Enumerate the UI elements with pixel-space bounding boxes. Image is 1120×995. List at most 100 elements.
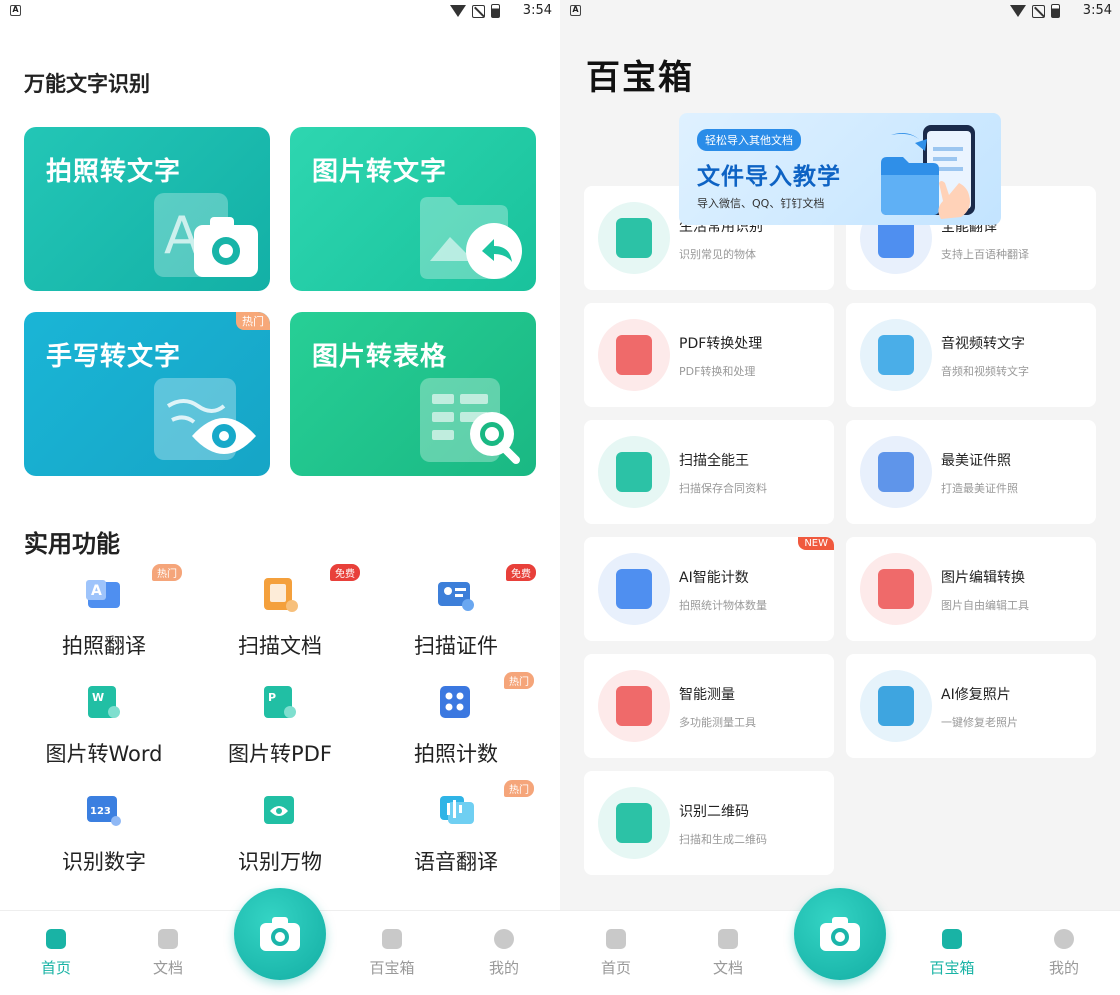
- ai-photo-repair-icon-glyph: [878, 686, 914, 726]
- tool-card-av-to-text[interactable]: 音视频转文字 音频和视频转文字: [846, 303, 1096, 407]
- id-photo-icon: [860, 436, 932, 508]
- tool-card-ai-photo-repair[interactable]: AI修复照片 一键修复老照片: [846, 654, 1096, 758]
- recognize-number-item[interactable]: 123 识别数字: [24, 794, 184, 876]
- scanner-icon: [598, 436, 670, 508]
- tool-name: PDF转换处理: [679, 336, 763, 352]
- toolbox-icon: [382, 929, 402, 949]
- image-to-word-item[interactable]: W 图片转Word: [24, 686, 184, 768]
- tool-description: 多功能测量工具: [679, 716, 756, 729]
- pdf-convert-icon: [598, 319, 670, 391]
- handwriting-to-text-card[interactable]: 手写转文字 热门: [24, 312, 270, 476]
- home-screen: A 3:54 万能文字识别 拍照转文字 A 图片转文字 手写转文字 热门 图片转…: [0, 0, 560, 995]
- nav-label: 百宝箱: [369, 959, 415, 977]
- nav-label: 百宝箱: [929, 959, 975, 977]
- utility-label: 图片转Word: [45, 742, 163, 766]
- document-icon: [158, 929, 178, 949]
- nav-profile[interactable]: 我的: [469, 929, 539, 978]
- card-label: 图片转表格: [312, 342, 448, 372]
- tool-description: 识别常见的物体: [679, 248, 756, 261]
- photo-count-item[interactable]: 拍照计数 热门: [376, 672, 536, 768]
- nav-home[interactable]: 首页: [21, 929, 91, 978]
- image-to-table-card[interactable]: 图片转表格: [290, 312, 536, 476]
- notification-icon: A: [10, 5, 21, 16]
- tool-description: 音频和视频转文字: [941, 365, 1029, 378]
- pdf-file-icon: P: [264, 686, 296, 718]
- svg-text:P: P: [268, 691, 276, 704]
- status-time: 3:54: [522, 3, 552, 18]
- voice-translate-icon: [440, 796, 474, 824]
- utility-label: 识别万物: [238, 850, 322, 874]
- qr-code-icon-glyph: [616, 803, 652, 843]
- object-scan-icon: [264, 796, 294, 824]
- new-tag: NEW: [798, 537, 834, 550]
- id-photo-icon-glyph: [878, 452, 914, 492]
- tool-description: PDF转换和处理: [679, 365, 756, 378]
- tool-card-scanner[interactable]: 扫描全能王扫描保存合同资料: [584, 420, 834, 524]
- tool-card-qr-code[interactable]: 识别二维码 扫描和生成二维码: [584, 771, 834, 875]
- camera-button[interactable]: [234, 888, 326, 980]
- wifi-icon: [1010, 5, 1026, 17]
- free-tag: 免费: [506, 564, 536, 581]
- import-tutorial-banner[interactable]: 轻松导入其他文档 文件导入教学 导入微信、QQ、钉钉文档: [679, 113, 1001, 225]
- tool-card-id-photo[interactable]: 最美证件照 打造最美证件照: [846, 420, 1096, 524]
- qr-code-icon: [598, 787, 670, 859]
- status-time: 3:54: [1082, 3, 1112, 18]
- hot-tag: 热门: [152, 564, 182, 581]
- wifi-icon: [450, 5, 466, 17]
- card-label: 图片转文字: [312, 157, 448, 187]
- nav-profile[interactable]: 我的: [1029, 929, 1099, 978]
- utility-label: 语音翻译: [414, 850, 498, 874]
- nav-label: 我的: [1048, 959, 1079, 977]
- battery-icon: [491, 4, 500, 18]
- tool-name: 智能测量: [679, 687, 735, 703]
- measure-icon: [598, 670, 670, 742]
- nav-toolbox[interactable]: 百宝箱: [917, 929, 987, 978]
- recognize-objects-item[interactable]: 识别万物: [200, 794, 360, 876]
- document-icon: [718, 929, 738, 949]
- ai-count-icon-glyph: [616, 569, 652, 609]
- scan-document-item[interactable]: 扫描文档 免费: [200, 564, 360, 660]
- tool-card-image-edit[interactable]: 图片编辑转换 图片自由编辑工具: [846, 537, 1096, 641]
- daily-recognize-icon: [598, 202, 670, 274]
- camera-icon: [820, 917, 860, 951]
- nav-label: 我的: [488, 959, 519, 977]
- nav-toolbox[interactable]: 百宝箱: [357, 929, 427, 978]
- pdf-convert-icon-glyph: [616, 335, 652, 375]
- tool-description: 支持上百语种翻译: [941, 248, 1029, 261]
- utility-label: 识别数字: [62, 850, 146, 874]
- tool-description: 拍照统计物体数量: [679, 599, 767, 612]
- tool-name: AI智能计数: [679, 570, 749, 586]
- tool-name: 最美证件照: [941, 453, 1011, 469]
- home-icon: [606, 929, 626, 949]
- home-icon: [46, 929, 66, 949]
- tool-description: 扫描保存合同资料: [679, 482, 767, 495]
- nav-documents[interactable]: 文档: [693, 929, 763, 978]
- av-to-text-icon: [860, 319, 932, 391]
- ai-count-icon: [598, 553, 670, 625]
- nav-home[interactable]: 首页: [581, 929, 651, 978]
- photo-to-text-card[interactable]: 拍照转文字 A: [24, 127, 270, 291]
- camera-button[interactable]: [794, 888, 886, 980]
- image-to-pdf-item[interactable]: P 图片转PDF: [200, 686, 360, 768]
- nav-documents[interactable]: 文档: [133, 929, 203, 978]
- svg-text:A: A: [91, 583, 102, 599]
- battery-icon: [1051, 4, 1060, 18]
- nav-label: 文档: [152, 959, 183, 977]
- tool-name: 图片编辑转换: [941, 570, 1025, 586]
- tool-card-measure[interactable]: 智能测量多功能测量工具: [584, 654, 834, 758]
- photo-translate-item[interactable]: A 拍照翻译 热门: [24, 564, 184, 660]
- page-title: 百宝箱: [586, 58, 694, 98]
- av-to-text-icon-glyph: [878, 335, 914, 375]
- id-card-icon: [438, 582, 474, 611]
- tool-name: 识别二维码: [679, 804, 749, 820]
- tool-card-ai-count[interactable]: AI智能计数拍照统计物体数量 NEW: [584, 537, 834, 641]
- status-bar: A 3:54: [560, 0, 1120, 22]
- voice-translate-item[interactable]: 语音翻译 热门: [376, 780, 536, 876]
- utility-label: 图片转PDF: [228, 742, 332, 766]
- image-to-text-card[interactable]: 图片转文字: [290, 127, 536, 291]
- tool-card-pdf-convert[interactable]: PDF转换处理 PDF转换和处理: [584, 303, 834, 407]
- tool-name: 音视频转文字: [941, 336, 1025, 352]
- tool-name: 扫描全能王: [679, 453, 749, 469]
- no-signal-icon: [472, 4, 485, 18]
- scan-id-item[interactable]: 扫描证件 免费: [376, 564, 536, 660]
